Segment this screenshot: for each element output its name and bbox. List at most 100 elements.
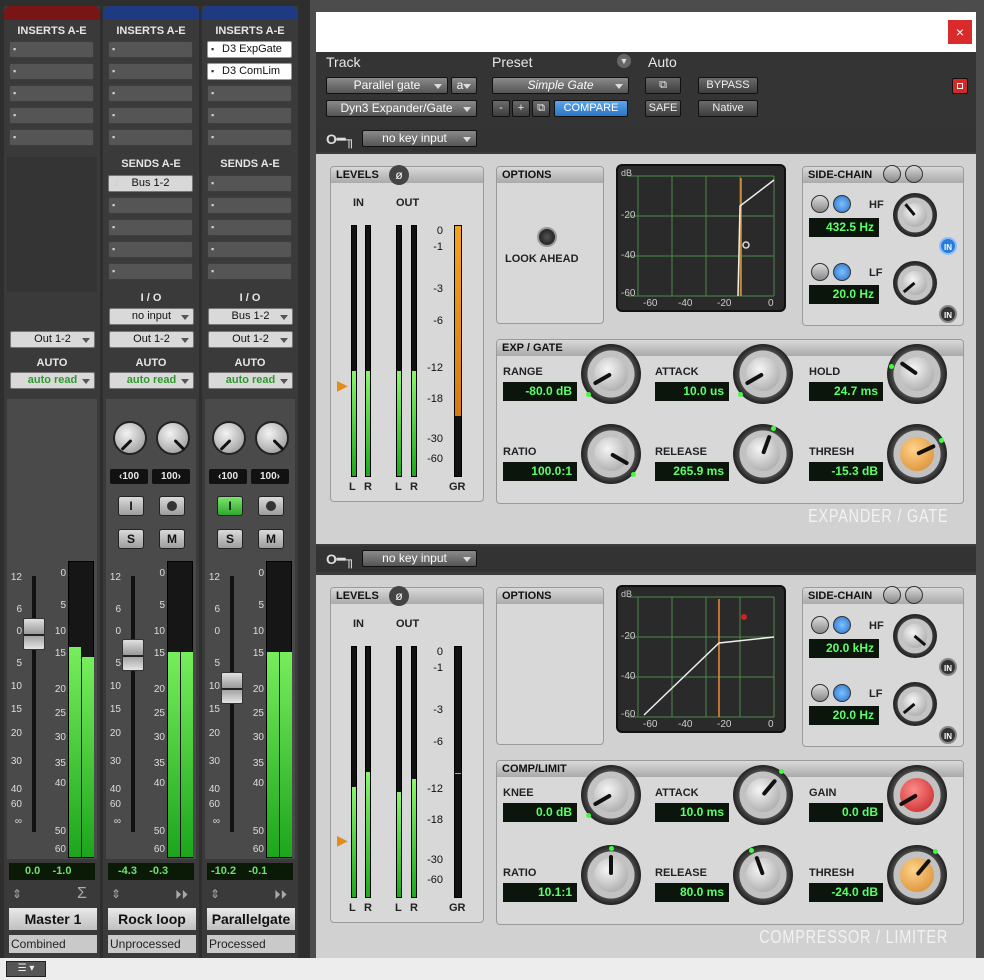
send-slot[interactable]: ▪	[108, 263, 193, 280]
key-input-selector[interactable]: no key input	[362, 550, 477, 567]
insert-slot[interactable]: ▪	[9, 129, 94, 146]
phase-invert-icon[interactable]: ø	[389, 586, 409, 606]
insert-slot[interactable]: ▪	[108, 63, 193, 80]
hf-in-button[interactable]: IN	[939, 658, 957, 676]
insert-slot[interactable]: ▪	[207, 85, 292, 102]
target-icon[interactable]	[952, 78, 968, 94]
track-comment[interactable]: Unprocessed	[108, 935, 196, 953]
automation-mode-selector[interactable]: auto read	[208, 372, 293, 389]
gain-knob[interactable]	[887, 765, 947, 825]
release-knob[interactable]	[733, 424, 793, 484]
safe-button[interactable]: SAFE	[645, 100, 681, 117]
sidechain-filter-icon[interactable]	[905, 586, 923, 604]
track-name[interactable]: Master 1	[9, 908, 97, 930]
record-enable-button[interactable]	[258, 496, 284, 516]
send-slot[interactable]: ▪	[108, 241, 193, 258]
close-button[interactable]: ×	[948, 20, 972, 44]
send-slot[interactable]: ▪	[207, 219, 292, 236]
lf-value-display[interactable]: 20.0 Hz	[809, 285, 879, 304]
insert-slot[interactable]: ▪	[207, 107, 292, 124]
sidechain-filter-icon[interactable]	[905, 165, 923, 183]
insert-slot[interactable]: ▪	[108, 129, 193, 146]
track-comment[interactable]: Combined	[9, 935, 97, 953]
updown-arrows-icon[interactable]: ⇕	[12, 887, 22, 901]
look-ahead-button[interactable]	[537, 227, 557, 247]
thresh-value-display[interactable]: -24.0 dB	[809, 883, 883, 902]
ratio-knob[interactable]	[581, 424, 641, 484]
send-slot[interactable]: ▪	[207, 241, 292, 258]
insert-slot-comlim[interactable]: ▪ D3 ComLim	[207, 63, 292, 80]
track-color-bar[interactable]	[4, 6, 100, 20]
insert-slot[interactable]: ▪	[9, 63, 94, 80]
phase-invert-icon[interactable]: ø	[389, 165, 409, 185]
pan-readout-left[interactable]: ‹100	[110, 469, 148, 484]
hf-value-display[interactable]: 432.5 Hz	[809, 218, 879, 237]
volume-readout[interactable]: -10.2 -0.1	[207, 863, 293, 880]
insert-slot[interactable]: ▪	[9, 41, 94, 58]
pan-readout-right[interactable]: 100›	[152, 469, 190, 484]
updown-arrows-icon[interactable]: ⇕	[111, 887, 121, 901]
track-color-bar[interactable]	[103, 6, 199, 20]
track-comment[interactable]: Processed	[207, 935, 295, 953]
ratio-knob[interactable]	[581, 845, 641, 905]
track-variant-selector[interactable]: a	[451, 77, 477, 94]
hf-knob[interactable]	[893, 193, 937, 237]
input-selector[interactable]: Bus 1-2	[208, 308, 293, 325]
lf-filter-type-button[interactable]	[811, 263, 829, 281]
hf-filter-shape-button[interactable]	[833, 195, 851, 213]
send-slot[interactable]: ▪	[108, 197, 193, 214]
insert-slot-expgate[interactable]: ▪ D3 ExpGate	[207, 41, 292, 58]
volume-readout[interactable]: 0.0 -1.0	[9, 863, 95, 880]
input-monitor-button[interactable]: I	[217, 496, 243, 516]
knee-knob[interactable]	[581, 765, 641, 825]
track-color-bar[interactable]	[202, 6, 298, 20]
solo-button[interactable]: S	[217, 529, 243, 549]
ratio-value-display[interactable]: 10.1:1	[503, 883, 577, 902]
hf-filter-shape-button[interactable]	[833, 616, 851, 634]
native-button[interactable]: Native	[698, 100, 758, 117]
mute-button[interactable]: M	[159, 529, 185, 549]
insert-slot[interactable]: ▪	[9, 85, 94, 102]
gain-value-display[interactable]: 0.0 dB	[809, 803, 883, 822]
sidechain-listen-icon[interactable]	[883, 165, 901, 183]
range-value-display[interactable]: -80.0 dB	[503, 382, 577, 401]
output-selector[interactable]: Out 1-2	[208, 331, 293, 348]
hold-value-display[interactable]: 24.7 ms	[809, 382, 883, 401]
lf-in-button[interactable]: IN	[939, 726, 957, 744]
send-slot[interactable]: ▪	[207, 175, 292, 192]
lf-knob[interactable]	[893, 682, 937, 726]
track-selector[interactable]: Parallel gate	[326, 77, 448, 94]
insert-slot[interactable]: ▪	[207, 129, 292, 146]
knee-value-display[interactable]: 0.0 dB	[503, 803, 577, 822]
release-knob[interactable]	[733, 845, 793, 905]
copy-settings-icon[interactable]: ⧉	[532, 100, 550, 117]
preset-menu-icon[interactable]: ▼	[617, 54, 631, 68]
send-slot[interactable]: ▪	[207, 197, 292, 214]
pan-knob-left[interactable]	[212, 421, 246, 455]
volume-fader[interactable]	[122, 639, 144, 671]
thresh-knob[interactable]	[887, 845, 947, 905]
compare-button[interactable]: COMPARE	[554, 100, 628, 117]
lf-filter-shape-button[interactable]	[833, 263, 851, 281]
automation-mode-selector[interactable]: auto read	[109, 372, 194, 389]
pan-knob-left[interactable]	[113, 421, 147, 455]
preset-selector[interactable]: Simple Gate	[492, 77, 629, 94]
view-options-menu[interactable]: ☰ ▾	[6, 961, 46, 977]
lf-filter-type-button[interactable]	[811, 684, 829, 702]
hf-filter-type-button[interactable]	[811, 616, 829, 634]
insert-slot[interactable]: ▪	[108, 107, 193, 124]
lf-knob[interactable]	[893, 261, 937, 305]
bypass-button[interactable]: BYPASS	[698, 77, 758, 94]
pan-readout-left[interactable]: ‹100	[209, 469, 247, 484]
attack-knob[interactable]	[733, 765, 793, 825]
hf-filter-type-button[interactable]	[811, 195, 829, 213]
sidechain-listen-icon[interactable]	[883, 586, 901, 604]
thresh-value-display[interactable]: -15.3 dB	[809, 462, 883, 481]
thresh-knob[interactable]	[887, 424, 947, 484]
output-selector[interactable]: Out 1-2	[109, 331, 194, 348]
send-slot[interactable]: ▪	[108, 219, 193, 236]
input-monitor-button[interactable]: I	[118, 496, 144, 516]
attack-value-display[interactable]: 10.0 ms	[655, 803, 729, 822]
output-selector[interactable]: Out 1-2	[10, 331, 95, 348]
record-enable-button[interactable]	[159, 496, 185, 516]
